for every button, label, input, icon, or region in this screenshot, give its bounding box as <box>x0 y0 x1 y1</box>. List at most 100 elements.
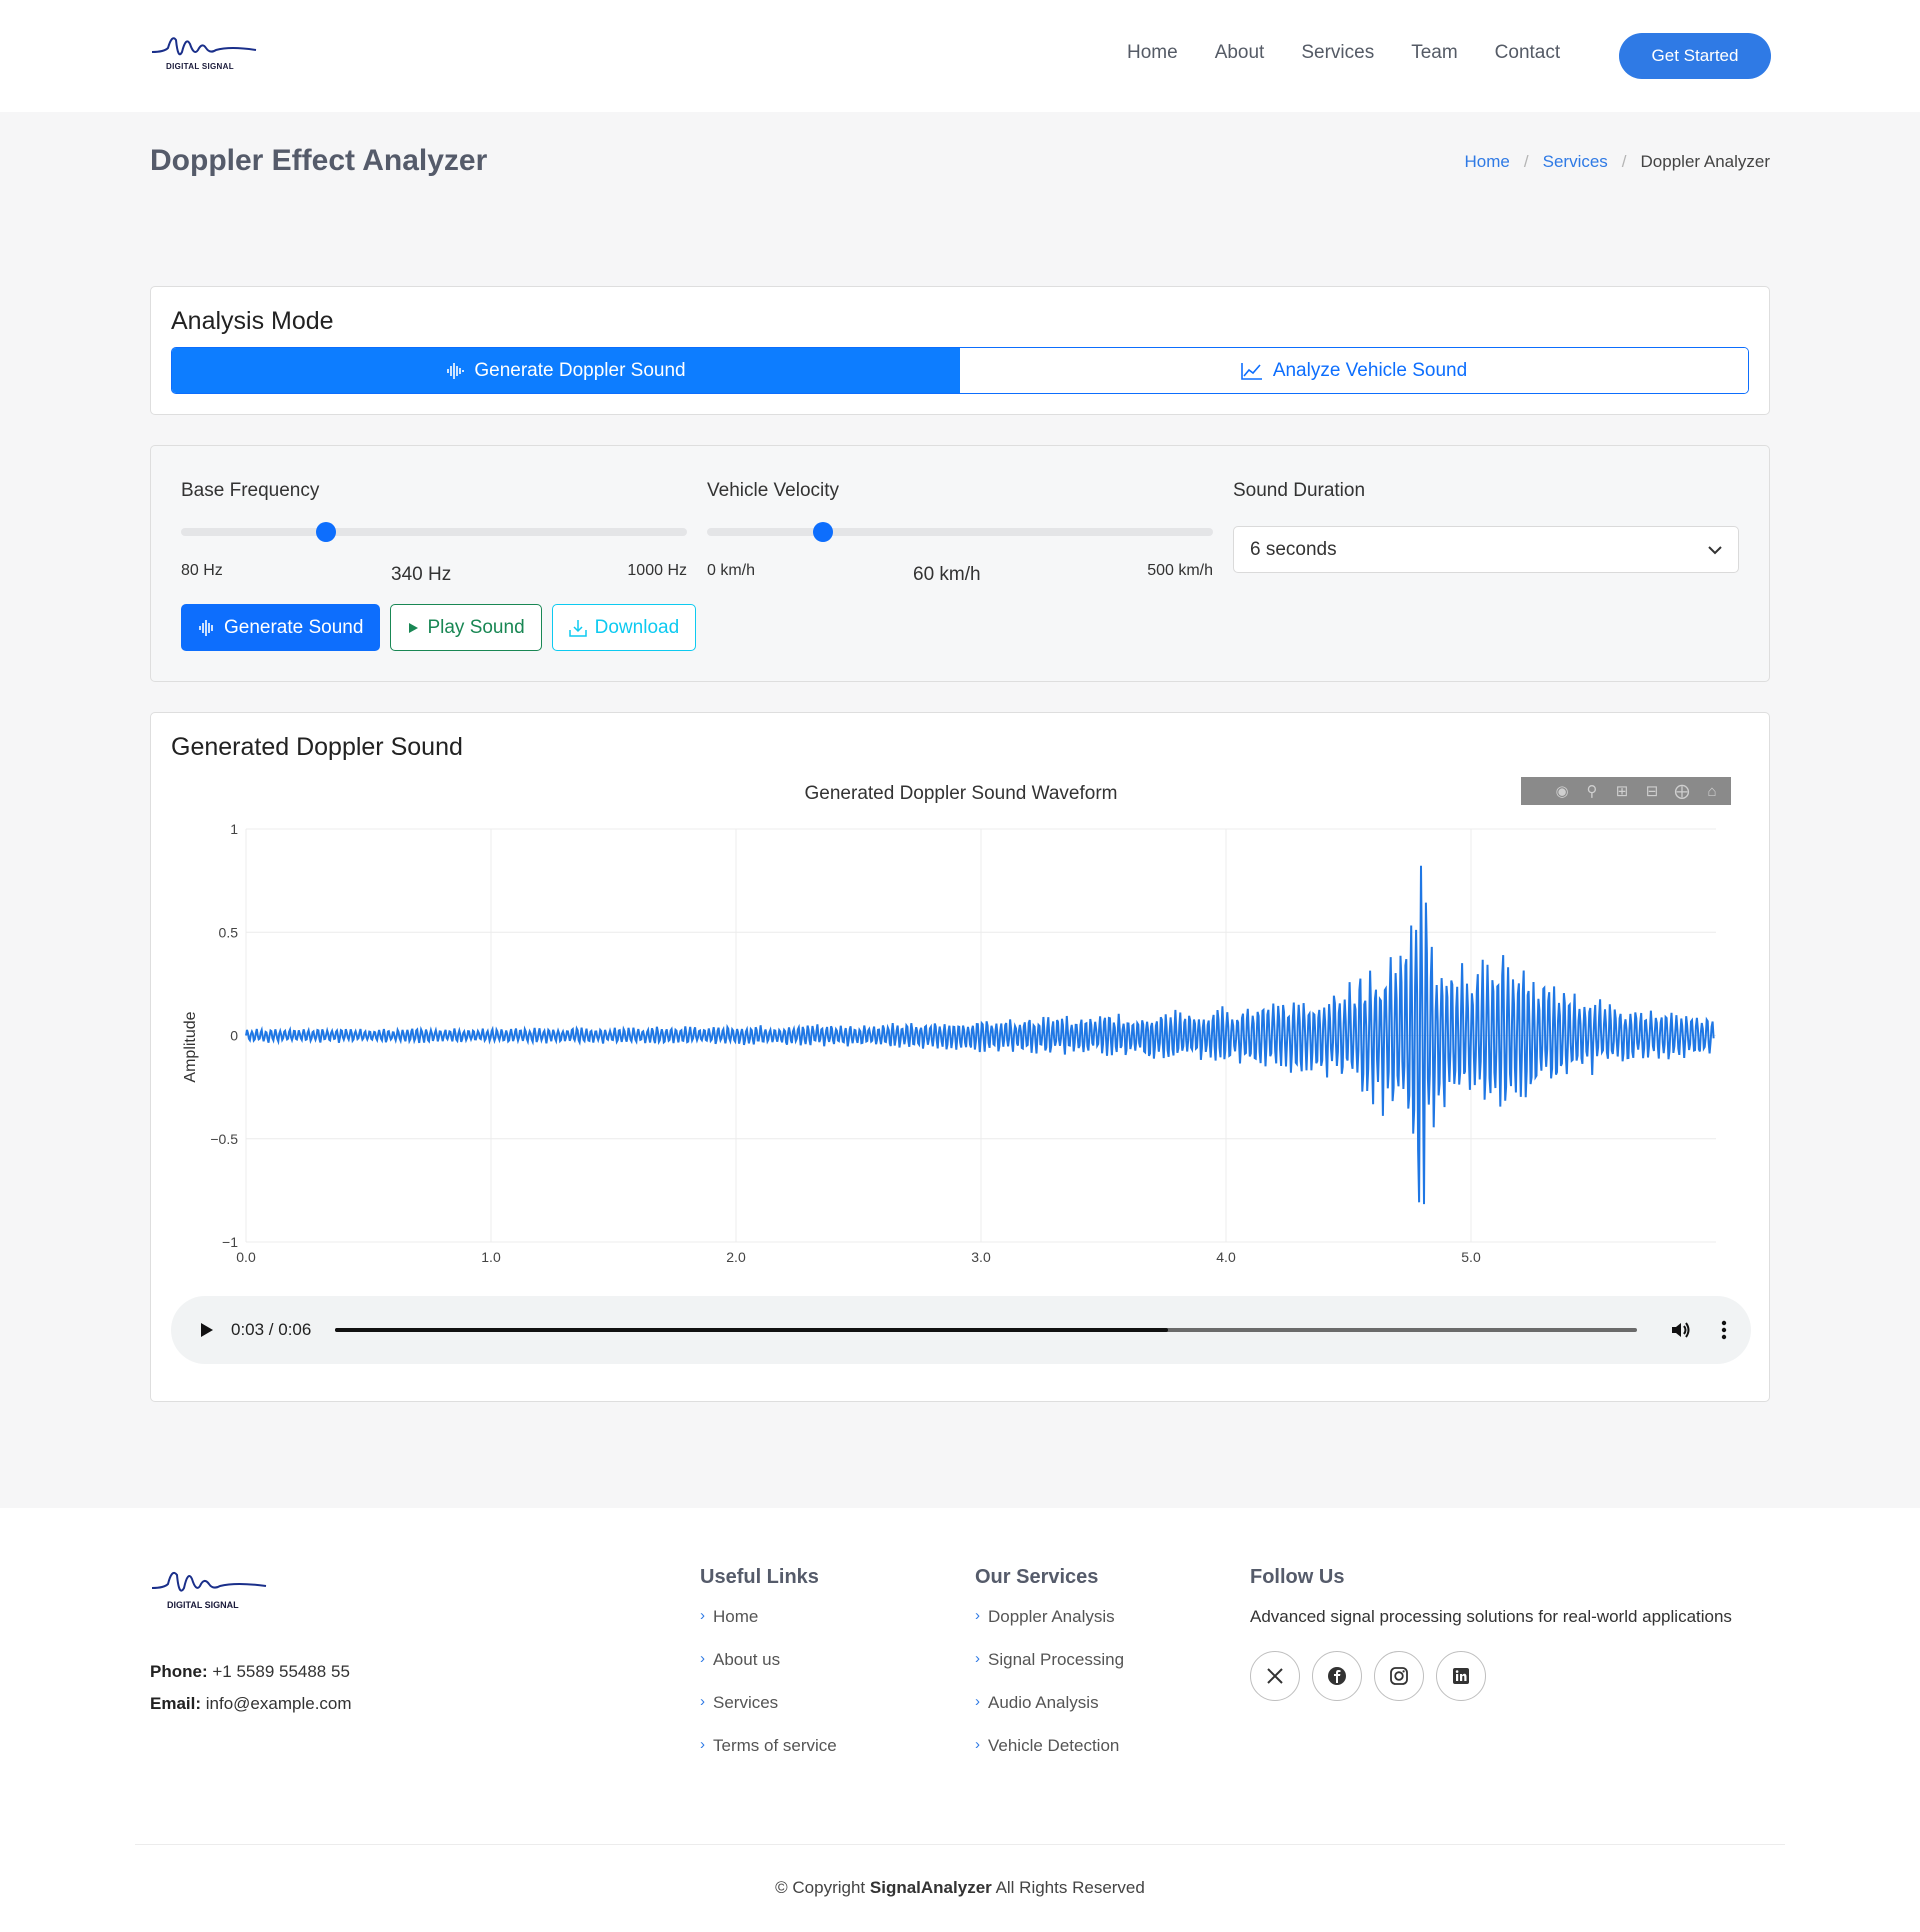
duration-label: Sound Duration <box>1233 480 1366 501</box>
x-tick-label: 5.0 <box>1461 1249 1481 1265</box>
zoom-out-icon[interactable]: ⊟ <box>1641 782 1663 800</box>
footer-link-label: Vehicle Detection <box>988 1736 1120 1755</box>
footer-link-label: Home <box>713 1607 759 1626</box>
x-tick-label: 1.0 <box>481 1249 501 1265</box>
footer-logo[interactable]: DIGITAL SIGNAL <box>150 1564 270 1614</box>
footer-service-audio[interactable]: › Audio Analysis <box>975 1693 1124 1736</box>
chevron-right-icon: › <box>975 1650 980 1667</box>
play-icon <box>409 622 419 633</box>
velocity-max: 500 km/h <box>1147 562 1213 579</box>
audio-progress-fill <box>335 1328 1169 1332</box>
chart-title: Generated Doppler Sound Waveform <box>805 783 1118 804</box>
controls-card: Base Frequency 80 Hz 340 Hz 1000 Hz Vehi… <box>150 445 1770 682</box>
site-footer: DIGITAL SIGNAL Phone: +1 5589 55488 55 E… <box>0 1508 1920 1932</box>
breadcrumb-services[interactable]: Services <box>1543 152 1608 172</box>
camera-icon[interactable]: ◉ <box>1551 782 1573 800</box>
chevron-right-icon: › <box>700 1693 705 1710</box>
frequency-slider[interactable] <box>181 522 687 542</box>
footer-service-signal[interactable]: › Signal Processing <box>975 1650 1124 1693</box>
footer-link-label: Services <box>713 1693 779 1712</box>
facebook-icon[interactable] <box>1312 1651 1362 1701</box>
y-tick-label: 0.5 <box>219 924 239 940</box>
download-icon <box>568 619 587 637</box>
duration-select[interactable]: 6 seconds <box>1233 526 1739 573</box>
nav-about[interactable]: About <box>1215 42 1265 64</box>
x-tick-label: 2.0 <box>726 1249 746 1265</box>
autoscale-icon[interactable]: ⨁ <box>1671 782 1693 800</box>
nav-contact[interactable]: Contact <box>1495 42 1560 64</box>
footer-link-terms[interactable]: › Terms of service <box>700 1736 837 1779</box>
frequency-slider-thumb[interactable] <box>316 522 337 542</box>
follow-text: Advanced signal processing solutions for… <box>1250 1607 1732 1626</box>
chevron-right-icon: › <box>975 1693 980 1710</box>
logo-text: DIGITAL SIGNAL <box>166 62 234 71</box>
zoom-icon[interactable]: ⚲ <box>1581 782 1603 800</box>
download-label: Download <box>594 616 680 638</box>
breadcrumb-separator: / <box>1621 152 1627 171</box>
x-tick-label: 0.0 <box>236 1249 256 1265</box>
x-tick-label: 3.0 <box>971 1249 991 1265</box>
breadcrumb-current: Doppler Analyzer <box>1640 152 1770 171</box>
footer-link-label: Signal Processing <box>988 1650 1125 1669</box>
volume-icon[interactable] <box>1669 1318 1693 1342</box>
footer-link-label: Terms of service <box>713 1736 837 1755</box>
action-buttons: Generate Sound Play Sound Download <box>181 604 697 651</box>
site-header: DIGITAL SIGNAL Home About Services Team … <box>0 0 1920 112</box>
download-button[interactable]: Download <box>551 604 697 651</box>
more-options-icon[interactable] <box>1712 1318 1736 1342</box>
get-started-button[interactable]: Get Started <box>1619 33 1771 79</box>
footer-link-label: About us <box>713 1650 781 1669</box>
footer-service-doppler[interactable]: › Doppler Analysis <box>975 1607 1124 1650</box>
page-title-band: Doppler Effect Analyzer Home / Services … <box>0 112 1920 210</box>
main-content: Analysis Mode Generate Doppler Sound Ana… <box>0 210 1920 1508</box>
velocity-slider-thumb[interactable] <box>813 522 834 542</box>
frequency-label: Base Frequency <box>181 480 320 501</box>
footer-service-vehicle[interactable]: › Vehicle Detection <box>975 1736 1124 1779</box>
nav-home[interactable]: Home <box>1127 42 1178 64</box>
nav-team[interactable]: Team <box>1411 42 1457 64</box>
nav-services[interactable]: Services <box>1301 42 1374 64</box>
velocity-slider[interactable] <box>707 522 1213 542</box>
analysis-mode-title: Analysis Mode <box>171 307 334 335</box>
play-icon[interactable] <box>195 1318 219 1342</box>
generate-mode-button[interactable]: Generate Doppler Sound <box>172 348 960 393</box>
audio-player: 0:03 / 0:06 <box>171 1296 1751 1364</box>
generate-mode-label: Generate Doppler Sound <box>474 359 686 381</box>
x-tick-label: 4.0 <box>1216 1249 1236 1265</box>
email-label: Email: <box>150 1694 202 1713</box>
x-twitter-icon[interactable] <box>1250 1651 1300 1701</box>
footer-link-services[interactable]: › Services <box>700 1693 837 1736</box>
logo[interactable]: DIGITAL SIGNAL <box>150 30 260 75</box>
duration-control: Sound Duration 6 seconds <box>1233 480 1739 573</box>
waveform-chart-svg: Generated Doppler Sound Waveform Amplitu… <box>182 783 1716 1265</box>
phone-value: +1 5589 55488 55 <box>212 1662 350 1681</box>
services-title: Our Services <box>975 1566 1099 1588</box>
footer-link-about[interactable]: › About us <box>700 1650 837 1693</box>
linkedin-icon[interactable] <box>1436 1651 1486 1701</box>
frequency-max: 1000 Hz <box>627 562 687 579</box>
waveform-icon <box>447 362 465 379</box>
chevron-down-icon <box>1708 545 1722 554</box>
analyze-mode-label: Analyze Vehicle Sound <box>1272 359 1468 381</box>
zoom-in-icon[interactable]: ⊞ <box>1611 782 1633 800</box>
mode-toggle: Generate Doppler Sound Analyze Vehicle S… <box>171 347 1749 394</box>
instagram-icon[interactable] <box>1374 1651 1424 1701</box>
output-card: Generated Doppler Sound Generated Dopple… <box>150 712 1770 1402</box>
copyright-prefix: © Copyright <box>775 1878 866 1897</box>
chart-modebar: ◉ ⚲ ⊞ ⊟ ⨁ ⌂ <box>1521 777 1731 805</box>
chevron-right-icon: › <box>975 1736 980 1753</box>
follow-column: Follow Us Advanced signal processing sol… <box>1250 1566 1732 1701</box>
chart-ylabel: Amplitude <box>182 1011 199 1082</box>
copyright-suffix: All Rights Reserved <box>995 1878 1145 1897</box>
waveform-chart[interactable]: Generated Doppler Sound Waveform Amplitu… <box>171 777 1751 1287</box>
audio-progress-bar[interactable] <box>335 1328 1637 1332</box>
footer-link-home[interactable]: › Home <box>700 1607 837 1650</box>
frequency-value: 340 Hz <box>391 564 452 585</box>
analyze-mode-button[interactable]: Analyze Vehicle Sound <box>960 348 1748 393</box>
play-sound-button[interactable]: Play Sound <box>390 604 542 651</box>
frequency-min: 80 Hz <box>181 562 223 579</box>
breadcrumb-home[interactable]: Home <box>1465 152 1510 172</box>
home-icon[interactable]: ⌂ <box>1701 783 1723 800</box>
footer-divider <box>135 1844 1785 1845</box>
generate-sound-button[interactable]: Generate Sound <box>181 604 381 651</box>
